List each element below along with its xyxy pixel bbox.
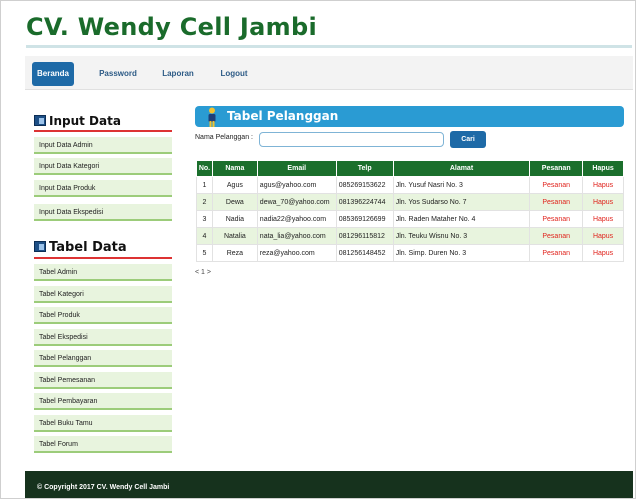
sidebar-item-input-produk[interactable]: Input Data Produk xyxy=(34,180,172,197)
pesanan-link[interactable]: Pesanan xyxy=(529,176,584,194)
sidebar-item-tabel-forum[interactable]: Tabel Forum xyxy=(34,436,172,453)
pagination[interactable]: < 1 > xyxy=(195,269,211,276)
search-label: Nama Pelanggan : xyxy=(195,134,253,141)
search-input[interactable] xyxy=(259,132,444,147)
cell-telp: 085369126699 xyxy=(335,210,394,228)
sidebar-item-tabel-pembayaran[interactable]: Tabel Pembayaran xyxy=(34,393,172,410)
cell-nama: Agus xyxy=(211,176,258,194)
cell-telp: 081256148452 xyxy=(335,244,394,262)
cell-alamat: Jln. Yos Sudarso No. 7 xyxy=(392,193,531,211)
input-data-heading-label: Input Data xyxy=(49,114,121,128)
cell-email: reza@yahoo.com xyxy=(256,244,337,262)
hapus-link[interactable]: Hapus xyxy=(582,193,624,211)
hapus-link[interactable]: Hapus xyxy=(582,176,624,194)
page-title: Tabel Pelanggan xyxy=(227,109,339,123)
cell-nama: Reza xyxy=(211,244,258,262)
cell-email: nata_lia@yahoo.com xyxy=(256,227,337,245)
input-data-heading: Input Data xyxy=(34,114,121,128)
nav-laporan-button[interactable]: Laporan xyxy=(158,62,198,86)
sidebar-item-input-ekspedisi[interactable]: Input Data Ekspedisi xyxy=(34,204,172,221)
nav-beranda-button[interactable]: Beranda xyxy=(32,62,74,86)
cell-email: agus@yahoo.com xyxy=(256,176,337,194)
cell-no: 5 xyxy=(196,244,213,262)
table-header-row: No. Nama Email Telp Alamat Pesanan Hapus xyxy=(196,160,624,177)
cell-telp: 085269153622 xyxy=(335,176,394,194)
column-header-alamat: Alamat xyxy=(392,160,531,177)
site-title: CV. Wendy Cell Jambi xyxy=(26,13,317,41)
cell-no: 3 xyxy=(196,210,213,228)
hapus-link[interactable]: Hapus xyxy=(582,227,624,245)
sidebar-item-tabel-pelanggan[interactable]: Tabel Pelanggan xyxy=(34,350,172,367)
cell-alamat: Jln. Simp. Duren No. 3 xyxy=(392,244,531,262)
table-row: 4 Natalia nata_lia@yahoo.com 08129611581… xyxy=(196,227,624,245)
pesanan-link[interactable]: Pesanan xyxy=(529,210,584,228)
cell-email: dewa_70@yahoo.com xyxy=(256,193,337,211)
cell-no: 2 xyxy=(196,193,213,211)
table-row: 3 Nadia nadia22@yahoo.com 085369126699 J… xyxy=(196,210,624,228)
tabel-data-heading-label: Tabel Data xyxy=(49,240,127,255)
cell-alamat: Jln. Yusuf Nasri No. 3 xyxy=(392,176,531,194)
title-divider xyxy=(26,45,632,48)
cell-nama: Nadia xyxy=(211,210,258,228)
sidebar-item-tabel-produk[interactable]: Tabel Produk xyxy=(34,307,172,324)
cell-telp: 081296115812 xyxy=(335,227,394,245)
search-button[interactable]: Cari xyxy=(450,131,486,148)
cell-nama: Natalia xyxy=(211,227,258,245)
pesanan-link[interactable]: Pesanan xyxy=(529,193,584,211)
cell-no: 4 xyxy=(196,227,213,245)
cell-nama: Dewa xyxy=(211,193,258,211)
column-header-email: Email xyxy=(256,160,337,177)
cell-no: 1 xyxy=(196,176,213,194)
person-icon xyxy=(208,107,216,127)
sidebar-item-tabel-pemesanan[interactable]: Tabel Pemesanan xyxy=(34,372,172,389)
sidebar-item-input-admin[interactable]: Input Data Admin xyxy=(34,137,172,154)
pesanan-link[interactable]: Pesanan xyxy=(529,244,584,262)
input-data-divider xyxy=(34,130,172,132)
cell-alamat: Jln. Teuku Wisnu No. 3 xyxy=(392,227,531,245)
tabel-data-divider xyxy=(34,257,172,259)
tabel-data-heading: Tabel Data xyxy=(34,240,127,255)
column-header-telp: Telp xyxy=(335,160,394,177)
pelanggan-table: No. Nama Email Telp Alamat Pesanan Hapus… xyxy=(196,160,624,262)
sidebar-item-tabel-ekspedisi[interactable]: Tabel Ekspedisi xyxy=(34,329,172,346)
sidebar-item-input-kategori[interactable]: Input Data Kategori xyxy=(34,158,172,175)
book-icon xyxy=(34,115,46,126)
sidebar-item-tabel-kategori[interactable]: Tabel Kategori xyxy=(34,286,172,303)
table-row: 5 Reza reza@yahoo.com 081256148452 Jln. … xyxy=(196,244,624,262)
nav-logout-button[interactable]: Logout xyxy=(216,62,252,86)
top-navbar: Beranda Password Laporan Logout xyxy=(25,56,633,90)
cell-alamat: Jln. Raden Mataher No. 4 xyxy=(392,210,531,228)
pesanan-link[interactable]: Pesanan xyxy=(529,227,584,245)
table-row: 2 Dewa dewa_70@yahoo.com 081396224744 Jl… xyxy=(196,193,624,211)
hapus-link[interactable]: Hapus xyxy=(582,210,624,228)
cell-email: nadia22@yahoo.com xyxy=(256,210,337,228)
column-header-nama: Nama xyxy=(211,160,258,177)
footer-copyright: © Copyright 2017 CV. Wendy Cell Jambi xyxy=(37,484,170,491)
table-row: 1 Agus agus@yahoo.com 085269153622 Jln. … xyxy=(196,176,624,194)
cell-telp: 081396224744 xyxy=(335,193,394,211)
column-header-pesanan: Pesanan xyxy=(529,160,584,177)
column-header-hapus: Hapus xyxy=(582,160,624,177)
book-icon xyxy=(34,241,46,252)
sidebar-item-tabel-admin[interactable]: Tabel Admin xyxy=(34,264,172,281)
sidebar-item-tabel-buku-tamu[interactable]: Tabel Buku Tamu xyxy=(34,415,172,432)
nav-password-button[interactable]: Password xyxy=(95,62,141,86)
hapus-link[interactable]: Hapus xyxy=(582,244,624,262)
column-header-no: No. xyxy=(196,160,213,177)
